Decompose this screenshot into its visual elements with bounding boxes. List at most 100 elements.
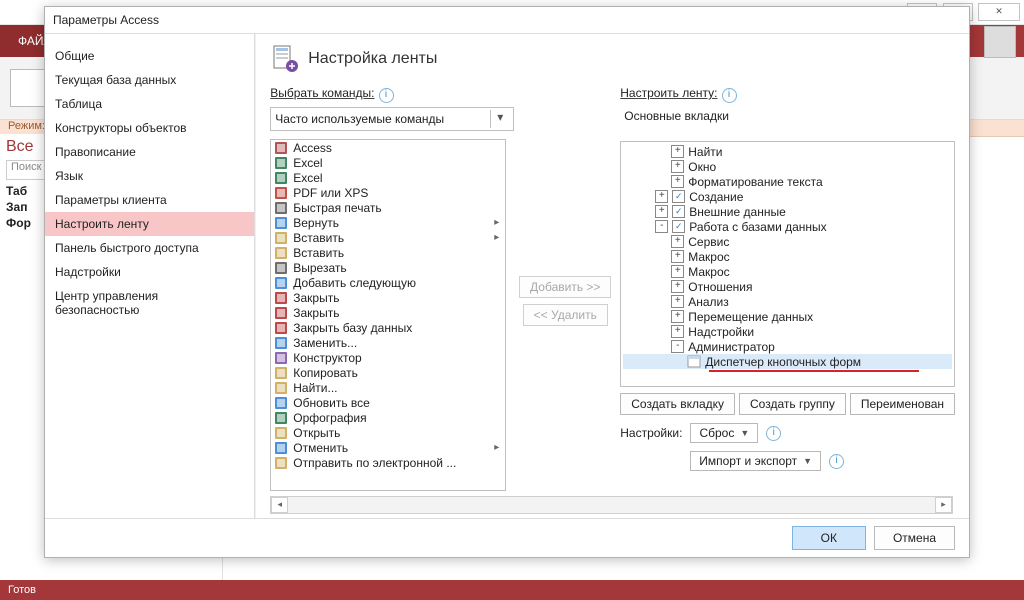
category-item[interactable]: Надстройки bbox=[45, 260, 254, 284]
checkbox[interactable]: ✓ bbox=[672, 205, 685, 218]
tree-node[interactable]: +Макрос bbox=[623, 264, 952, 279]
expand-icon[interactable]: + bbox=[671, 265, 684, 278]
checkbox[interactable]: ✓ bbox=[672, 190, 685, 203]
command-item[interactable]: Орфография bbox=[271, 410, 505, 425]
view-icon[interactable] bbox=[10, 69, 48, 107]
dialog-categories: ОбщиеТекущая база данныхТаблицаКонструкт… bbox=[45, 34, 255, 518]
category-item[interactable]: Текущая база данных bbox=[45, 68, 254, 92]
rename-button[interactable]: Переименован bbox=[850, 393, 955, 415]
new-tab-button[interactable]: Создать вкладку bbox=[620, 393, 735, 415]
settings-label: Настройки: bbox=[620, 426, 682, 440]
command-item[interactable]: PDF или XPS bbox=[271, 185, 505, 200]
command-item[interactable]: Excel bbox=[271, 170, 505, 185]
command-item[interactable]: Закрыть bbox=[271, 290, 505, 305]
add-icon bbox=[273, 276, 289, 290]
expand-icon[interactable]: + bbox=[671, 325, 684, 338]
tree-node[interactable]: +✓Создание bbox=[623, 189, 952, 204]
avatar[interactable] bbox=[984, 26, 1016, 58]
command-item[interactable]: Найти... bbox=[271, 380, 505, 395]
acc-icon bbox=[273, 141, 289, 155]
horizontal-scrollbar[interactable]: ◂ ▸ bbox=[270, 496, 953, 514]
command-item[interactable]: Отправить по электронной ... bbox=[271, 455, 505, 470]
category-item[interactable]: Параметры клиента bbox=[45, 188, 254, 212]
expand-icon[interactable]: + bbox=[655, 205, 668, 218]
command-item[interactable]: Access bbox=[271, 140, 505, 155]
tree-node[interactable]: +✓Внешние данные bbox=[623, 204, 952, 219]
redo-icon bbox=[273, 216, 289, 230]
tree-leaf[interactable]: Диспетчер кнопочных форм bbox=[623, 354, 952, 369]
expand-icon[interactable]: + bbox=[671, 175, 684, 188]
command-item[interactable]: Отменить▸ bbox=[271, 440, 505, 455]
mail-icon bbox=[273, 456, 289, 470]
commands-combo[interactable]: Часто используемые команды▾ bbox=[270, 107, 514, 131]
command-item[interactable]: Обновить все bbox=[271, 395, 505, 410]
command-item[interactable]: Быстрая печать bbox=[271, 200, 505, 215]
category-item[interactable]: Язык bbox=[45, 164, 254, 188]
commands-listbox[interactable]: AccessExcelExcelPDF или XPSБыстрая печат… bbox=[270, 139, 506, 491]
category-item[interactable]: Настроить ленту bbox=[45, 212, 254, 236]
expand-icon[interactable]: + bbox=[671, 160, 684, 173]
category-item[interactable]: Таблица bbox=[45, 92, 254, 116]
tree-node[interactable]: +Отношения bbox=[623, 279, 952, 294]
collapse-icon[interactable]: - bbox=[671, 340, 684, 353]
command-item[interactable]: Excel bbox=[271, 155, 505, 170]
command-item[interactable]: Закрыть bbox=[271, 305, 505, 320]
add-button[interactable]: Добавить >> bbox=[519, 276, 611, 298]
expand-icon[interactable]: + bbox=[671, 250, 684, 263]
cancel-button[interactable]: Отмена bbox=[874, 526, 955, 550]
tree-node[interactable]: +Анализ bbox=[623, 294, 952, 309]
tree-node[interactable]: +Макрос bbox=[623, 249, 952, 264]
command-item[interactable]: Конструктор bbox=[271, 350, 505, 365]
info-icon[interactable]: i bbox=[766, 426, 781, 441]
dialog-titlebar: Параметры Access bbox=[45, 7, 969, 34]
category-item[interactable]: Панель быстрого доступа bbox=[45, 236, 254, 260]
undo-icon bbox=[273, 441, 289, 455]
tree-node[interactable]: +Сервис bbox=[623, 234, 952, 249]
expand-icon[interactable]: + bbox=[655, 190, 668, 203]
expand-icon[interactable]: + bbox=[671, 295, 684, 308]
command-item[interactable]: Вырезать bbox=[271, 260, 505, 275]
command-item[interactable]: Вернуть▸ bbox=[271, 215, 505, 230]
category-item[interactable]: Общие bbox=[45, 44, 254, 68]
ribbon-tree[interactable]: +Найти+Окно+Форматирование текста+✓Созда… bbox=[620, 141, 955, 387]
tree-node[interactable]: +Найти bbox=[623, 144, 952, 159]
ok-button[interactable]: ОК bbox=[792, 526, 866, 550]
scroll-right-icon[interactable]: ▸ bbox=[935, 497, 952, 513]
remove-button[interactable]: << Удалить bbox=[523, 304, 608, 326]
command-item[interactable]: Добавить следующую bbox=[271, 275, 505, 290]
command-item[interactable]: Копировать bbox=[271, 365, 505, 380]
expand-icon[interactable]: + bbox=[671, 310, 684, 323]
command-item[interactable]: Вставить▸ bbox=[271, 230, 505, 245]
tree-node[interactable]: -Администратор bbox=[623, 339, 952, 354]
reset-dropdown[interactable]: Сброс▼ bbox=[690, 423, 758, 443]
command-item[interactable]: Заменить... bbox=[271, 335, 505, 350]
expand-icon[interactable]: + bbox=[671, 235, 684, 248]
category-item[interactable]: Центр управления безопасностью bbox=[45, 284, 254, 322]
command-item[interactable]: Вставить bbox=[271, 245, 505, 260]
tree-node[interactable]: +Перемещение данных bbox=[623, 309, 952, 324]
close-window-button[interactable]: ✕ bbox=[978, 3, 1020, 21]
tree-node[interactable]: +Надстройки bbox=[623, 324, 952, 339]
tree-node[interactable]: +Окно bbox=[623, 159, 952, 174]
info-icon[interactable]: i bbox=[722, 88, 737, 103]
close-icon bbox=[273, 306, 289, 320]
tree-node[interactable]: -✓Работа с базами данных bbox=[623, 219, 952, 234]
info-icon[interactable]: i bbox=[379, 88, 394, 103]
category-item[interactable]: Конструкторы объектов bbox=[45, 116, 254, 140]
form-icon bbox=[687, 355, 701, 368]
command-item[interactable]: Открыть bbox=[271, 425, 505, 440]
collapse-icon[interactable]: - bbox=[655, 220, 668, 233]
highlight-underline bbox=[709, 370, 919, 372]
import-export-dropdown[interactable]: Импорт и экспорт▼ bbox=[690, 451, 821, 471]
expand-icon[interactable]: + bbox=[671, 145, 684, 158]
checkbox[interactable]: ✓ bbox=[672, 220, 685, 233]
scroll-left-icon[interactable]: ◂ bbox=[271, 497, 288, 513]
command-item[interactable]: Закрыть базу данных bbox=[271, 320, 505, 335]
dialog-main: Настройка ленты Выбрать команды:i Часто … bbox=[255, 34, 969, 518]
category-item[interactable]: Правописание bbox=[45, 140, 254, 164]
new-group-button[interactable]: Создать группу bbox=[739, 393, 846, 415]
expand-icon[interactable]: + bbox=[671, 280, 684, 293]
info-icon[interactable]: i bbox=[829, 454, 844, 469]
tree-node[interactable]: +Форматирование текста bbox=[623, 174, 952, 189]
spell-icon bbox=[273, 411, 289, 425]
